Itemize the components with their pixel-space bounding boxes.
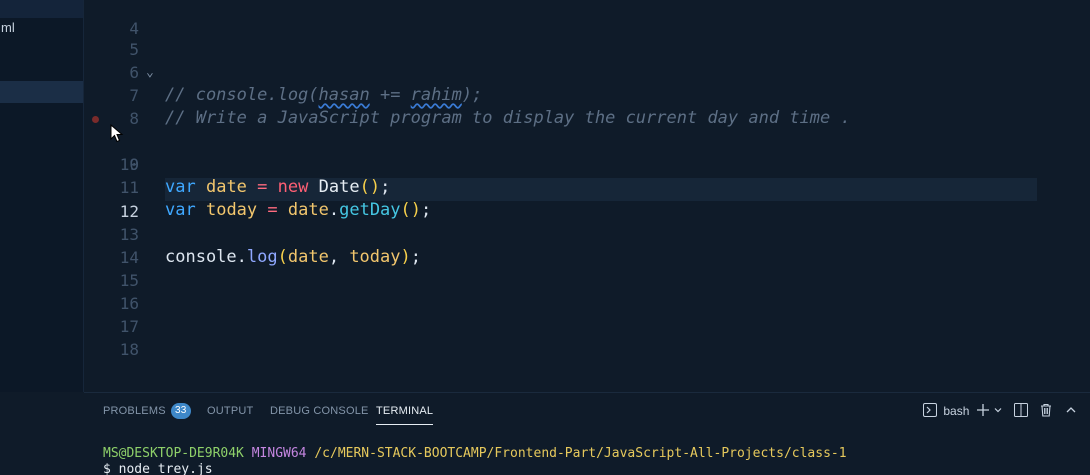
terminal-host: MINGW64 [251,446,307,461]
terminal-user: MS@DESKTOP-DE9R04K [103,446,244,461]
spelling-warning: hasan [318,85,370,105]
trash-icon [1041,403,1051,417]
code-line: 7 // Write a JavaScript program to displ… [84,61,850,128]
explorer-file-item[interactable]: ml [0,17,83,39]
problems-count-badge: 33 [170,403,191,420]
code-line: 5 ⌄ // console.log(hasan += rahim); [84,15,482,105]
new-terminal-button[interactable] [976,402,990,420]
bottom-panel: PROBLEMS 33 OUTPUT DEBUG CONSOLE TERMINAL… [84,392,1090,475]
code-text: // Write a JavaScript program to display… [165,108,851,128]
tab-terminal[interactable]: TERMINAL [376,393,434,429]
explorer-header [0,0,83,18]
kill-terminal-button[interactable] [1039,402,1053,420]
terminal-prompt-line: MS@DESKTOP-DE9R04K MINGW64 /c/MERN-STACK… [103,445,847,462]
spelling-warning: rahim [410,85,462,105]
terminal-dropdown-button[interactable] [993,402,1003,420]
plus-icon [977,404,989,416]
code-line: 13 console.log(date, today); [84,200,421,267]
maximize-panel-button[interactable] [1065,402,1077,420]
explorer-file-item-selected[interactable] [0,81,83,103]
explorer-sidebar: ml [0,0,84,392]
code-line-active: 12 [84,177,145,221]
code-line: 8 [84,84,145,128]
split-icon [1014,403,1028,417]
code-text: console.log(date, today); [165,247,421,267]
terminal-command-line[interactable]: $ node trey.js [103,461,213,475]
breakpoint-hint-icon[interactable] [92,116,99,123]
code-line: 16 [84,269,145,313]
terminal-path: /c/MERN-STACK-BOOTCAMP/Frontend-Part/Jav… [314,446,847,461]
terminal-profile-button[interactable]: bash [923,402,969,420]
tab-output[interactable]: OUTPUT [207,393,253,429]
mouse-pointer-icon [110,124,124,143]
tab-debug-console[interactable]: DEBUG CONSOLE [270,393,369,429]
code-line: 6 [84,38,145,82]
code-line: 15 [84,246,145,290]
code-text: var today = date.getDay(); [165,200,432,220]
tab-problems[interactable]: PROBLEMS 33 [103,393,191,429]
code-text: var date = new Date(); [165,177,391,197]
fold-chevron-icon[interactable]: ⌄ [146,61,154,84]
code-line: 11 var today = date.getDay(); [84,153,432,220]
code-editor[interactable]: 4 5 ⌄ // console.log(hasan += rahim); 6 … [84,0,1090,392]
panel-tabs: PROBLEMS 33 OUTPUT DEBUG CONSOLE TERMINAL… [84,393,1090,429]
code-line: 18 [84,315,145,359]
chevron-down-icon [994,408,1002,413]
terminal-icon [923,403,937,417]
code-text: // console.log(hasan += rahim); [165,85,483,105]
vscode-window: ml 4 5 ⌄ // console.log(hasan += rahim);… [0,0,1090,475]
split-terminal-button[interactable] [1014,402,1028,420]
chevron-up-icon [1066,407,1076,413]
code-line: 17 [84,292,145,336]
line-number: 18 [119,340,139,359]
code-line: 14 [84,223,145,267]
